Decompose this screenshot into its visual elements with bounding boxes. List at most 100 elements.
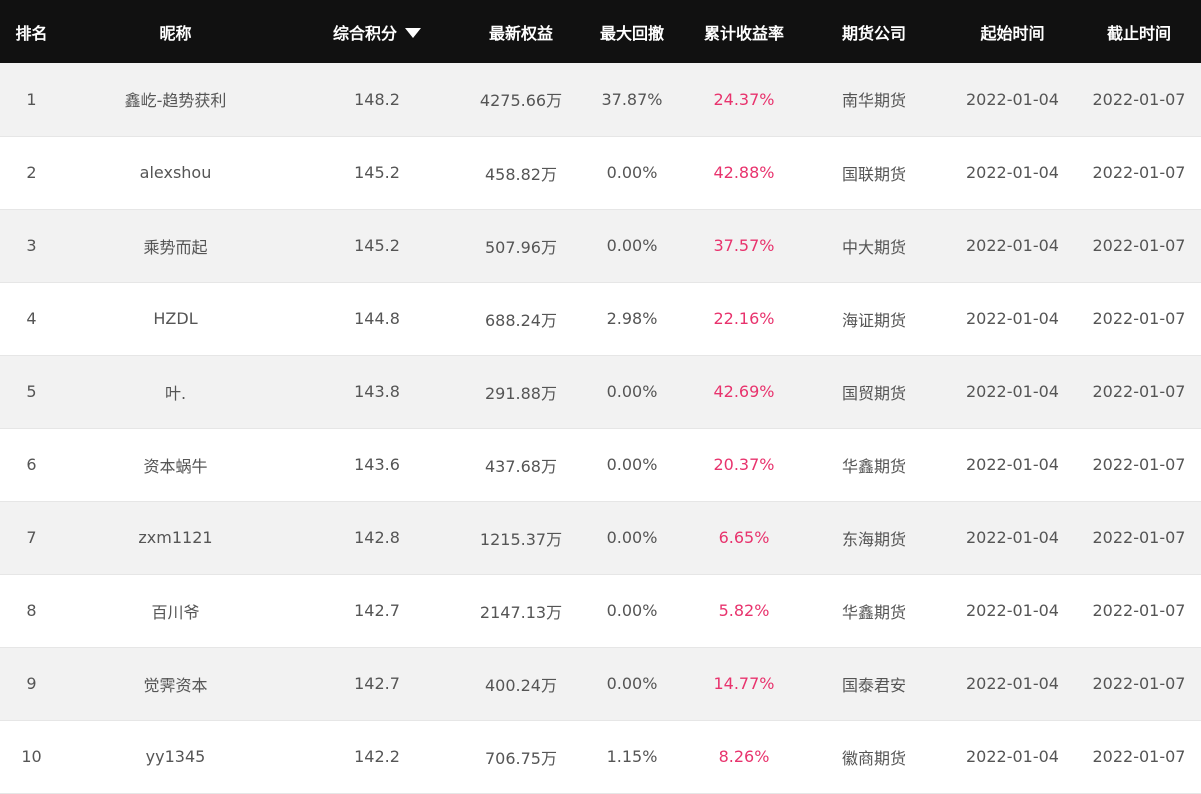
cell-equity: 291.88万 xyxy=(485,383,557,403)
cell-nickname: HZDL xyxy=(153,309,198,328)
cell-rank: 1 xyxy=(26,89,37,109)
header-start-time: 起始时间 xyxy=(980,23,1045,43)
cell-rank: 5 xyxy=(26,382,37,401)
cell-nickname: 百川爷 xyxy=(151,602,200,622)
cell-company: 国联期货 xyxy=(841,164,906,184)
cell-equity: 458.82万 xyxy=(485,164,557,184)
cell-score: 144.8 xyxy=(354,309,400,328)
cell-rank: 7 xyxy=(26,528,37,547)
cell-end-time: 2022-01-07 xyxy=(1092,601,1186,620)
table-row: 4 HZDL 144.8 688.24万 2.98% 22.16% 海证期货 2022-01-… xyxy=(0,282,1201,355)
header-company: 期货公司 xyxy=(841,23,906,43)
cell-max-drawdown: 2.98% xyxy=(606,309,658,328)
cell-company: 华鑫期货 xyxy=(841,456,906,476)
cell-end-time: 2022-01-07 xyxy=(1092,747,1186,766)
cell-end-time: 2022-01-07 xyxy=(1092,309,1186,328)
cell-end-time: 2022-01-07 xyxy=(1092,528,1186,547)
cell-rank: 6 xyxy=(26,455,37,474)
cell-max-drawdown: 0.00% xyxy=(606,601,658,620)
cell-equity: 2147.13万 xyxy=(479,602,563,622)
cell-cumulative-return: 42.69% xyxy=(713,382,775,401)
cell-start-time: 2022-01-04 xyxy=(966,163,1059,182)
header-equity: 最新权益 xyxy=(488,23,553,43)
cell-max-drawdown: 0.00% xyxy=(606,674,658,693)
cell-rank: 9 xyxy=(26,674,37,693)
cell-max-drawdown: 37.87% xyxy=(601,89,663,109)
cell-score: 148.2 xyxy=(354,89,400,109)
table-row: 3 乘势而起 145.2 507.96万 0.00% 37.57% 中大期货 2022-01-… xyxy=(0,209,1201,282)
header-rank: 排名 xyxy=(15,23,48,43)
cell-start-time: 2022-01-04 xyxy=(966,309,1059,328)
cell-start-time: 2022-01-04 xyxy=(966,601,1059,620)
table-row: 7 zxm1121 142.8 1215.37万 0.00% 6.65% 东海期货 2022-… xyxy=(0,501,1201,574)
cell-equity: 400.24万 xyxy=(485,675,557,695)
cell-rank: 2 xyxy=(26,163,37,182)
cell-cumulative-return: 22.16% xyxy=(713,309,775,328)
cell-rank: 8 xyxy=(26,601,37,620)
cell-equity: 1215.37万 xyxy=(479,529,563,549)
cell-company: 国贸期货 xyxy=(841,383,906,403)
cell-max-drawdown: 0.00% xyxy=(606,455,658,474)
table-row: 8 百川爷 142.7 2147.13万 0.00% 5.82% 华鑫期货 2022-01-0… xyxy=(0,574,1201,647)
cell-end-time: 2022-01-07 xyxy=(1092,382,1186,401)
cell-start-time: 2022-01-04 xyxy=(966,528,1059,547)
table-row: 6 资本蜗牛 143.6 437.68万 0.00% 20.37% 华鑫期货 2022-01-… xyxy=(0,428,1201,501)
cell-rank: 4 xyxy=(26,309,37,328)
cell-equity: 437.68万 xyxy=(485,456,557,476)
table-header: 排名 昵称 综合积分 最新权益 最大回撤 累计收益率 期货公司 起始时间 截止时… xyxy=(0,0,1201,63)
triangle-down-icon[interactable] xyxy=(405,27,421,38)
cell-score: 142.8 xyxy=(354,528,400,547)
cell-nickname: 觉霁资本 xyxy=(143,675,208,695)
cell-cumulative-return: 37.57% xyxy=(713,236,775,255)
cell-company: 中大期货 xyxy=(841,237,906,257)
table-row: 2 alexshou 145.2 458.82万 0.00% 42.88% 国联期货 2022… xyxy=(0,136,1201,209)
cell-end-time: 2022-01-07 xyxy=(1092,455,1186,474)
cell-cumulative-return: 6.65% xyxy=(718,528,770,547)
table-row: 5 叶. 143.8 291.88万 0.00% 42.69% 国贸期货 2022-01-04… xyxy=(0,355,1201,428)
cell-start-time: 2022-01-04 xyxy=(966,89,1059,109)
cell-equity: 706.75万 xyxy=(485,748,557,768)
cell-cumulative-return: 20.37% xyxy=(713,455,775,474)
cell-equity: 507.96万 xyxy=(485,237,557,257)
header-end-time: 截止时间 xyxy=(1106,23,1171,43)
cell-start-time: 2022-01-04 xyxy=(966,236,1059,255)
cell-rank: 3 xyxy=(26,236,37,255)
table-row: 10 yy1345 142.2 706.75万 1.15% 8.26% 徽商期货 2022-0… xyxy=(0,720,1201,793)
cell-start-time: 2022-01-04 xyxy=(966,674,1059,693)
cell-max-drawdown: 1.15% xyxy=(606,747,658,766)
cell-end-time: 2022-01-07 xyxy=(1092,163,1186,182)
ranking-table: 排名 昵称 综合积分 最新权益 最大回撤 累计收益率 期货公司 起始时间 截止时… xyxy=(0,0,1201,794)
header-cumulative-return: 累计收益率 xyxy=(703,23,784,43)
cell-score: 143.8 xyxy=(354,382,400,401)
header-max-drawdown: 最大回撤 xyxy=(599,23,664,43)
cell-max-drawdown: 0.00% xyxy=(606,236,658,255)
cell-score: 142.2 xyxy=(354,747,400,766)
cell-nickname: 资本蜗牛 xyxy=(143,456,208,476)
cell-company: 徽商期货 xyxy=(841,748,906,768)
cell-score: 142.7 xyxy=(354,601,400,620)
cell-company: 华鑫期货 xyxy=(841,602,906,622)
cell-nickname: yy1345 xyxy=(145,747,206,766)
cell-score: 145.2 xyxy=(354,236,400,255)
cell-score: 142.7 xyxy=(354,674,400,693)
cell-cumulative-return: 8.26% xyxy=(718,747,770,766)
header-score-label: 综合积分 xyxy=(332,23,397,43)
cell-nickname: 鑫屹-趋势获利 xyxy=(124,91,227,111)
header-row: 排名 昵称 综合积分 最新权益 最大回撤 累计收益率 期货公司 起始时间 截止时… xyxy=(0,0,1201,63)
cell-max-drawdown: 0.00% xyxy=(606,382,658,401)
cell-score: 143.6 xyxy=(354,455,400,474)
cell-end-time: 2022-01-07 xyxy=(1092,674,1186,693)
cell-cumulative-return: 5.82% xyxy=(718,601,770,620)
cell-max-drawdown: 0.00% xyxy=(606,163,658,182)
cell-rank: 10 xyxy=(21,747,42,766)
cell-equity: 4275.66万 xyxy=(479,91,563,111)
cell-company: 海证期货 xyxy=(841,310,906,330)
header-score-sortable[interactable]: 综合积分 xyxy=(288,0,466,63)
cell-company: 东海期货 xyxy=(841,529,906,549)
cell-score: 145.2 xyxy=(354,163,400,182)
cell-start-time: 2022-01-04 xyxy=(966,747,1059,766)
header-nickname: 昵称 xyxy=(159,23,192,43)
cell-nickname: alexshou xyxy=(139,163,212,182)
table-row: 9 觉霁资本 142.7 400.24万 0.00% 14.77% 国泰君安 2022-01-… xyxy=(0,647,1201,720)
cell-end-time: 2022-01-07 xyxy=(1092,89,1186,109)
